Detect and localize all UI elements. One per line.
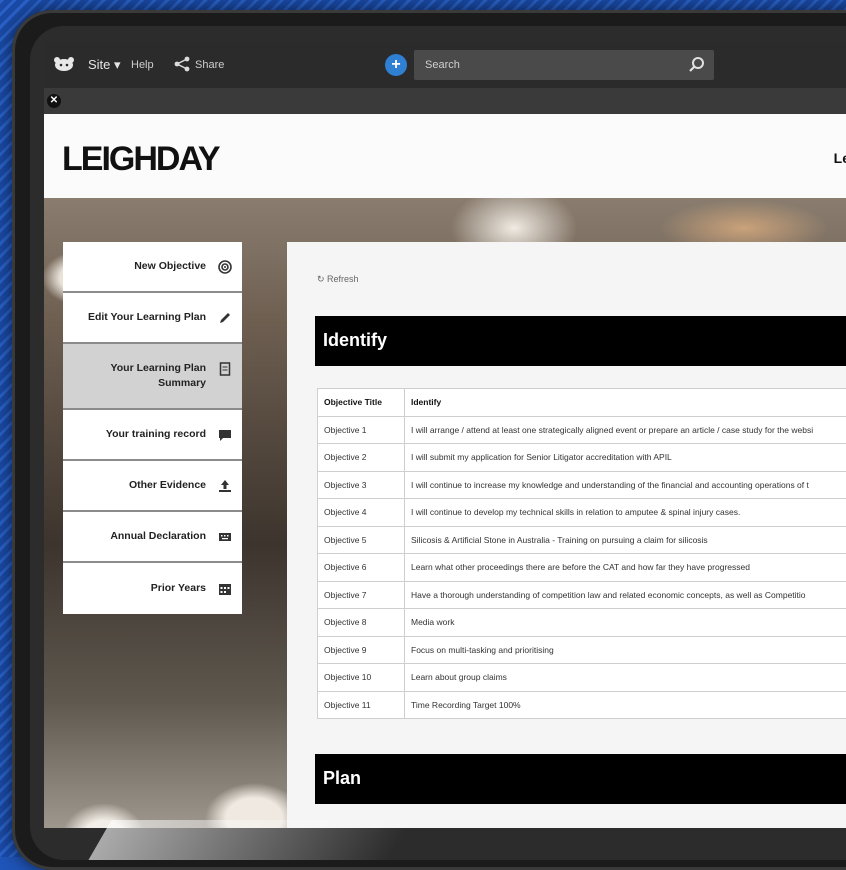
share-button[interactable]: Share	[195, 59, 224, 71]
identify-cell: Media work	[405, 609, 846, 637]
refresh-button[interactable]: ↻ Refresh	[317, 274, 359, 285]
table-row: Objective 2I will submit my application …	[318, 444, 846, 472]
help-button[interactable]: Help	[131, 59, 154, 71]
sidebar-item-label: Your Learning Plan Summary	[106, 361, 206, 391]
brand-logo[interactable]: LEIGHDAY	[62, 140, 219, 179]
sidebar-item-prior-years[interactable]: Prior Years	[63, 563, 242, 614]
column-header: Identify	[405, 389, 846, 417]
stylus-glare	[88, 820, 411, 860]
objective-title-cell: Objective 3	[318, 471, 405, 499]
identify-cell: Focus on multi-tasking and prioritising	[405, 636, 846, 664]
search-placeholder: Search	[425, 59, 460, 71]
objective-title-cell: Objective 2	[318, 444, 405, 472]
table-row: Objective 1I will arrange / attend at le…	[318, 416, 846, 444]
pencil-icon	[218, 311, 232, 325]
objective-title-cell: Objective 1	[318, 416, 405, 444]
app-logo-icon[interactable]	[52, 56, 76, 72]
top-bar: Site ▾ Help Share + Search	[44, 42, 846, 88]
close-icon[interactable]: ✕	[47, 94, 61, 108]
column-header: Objective Title	[318, 389, 405, 417]
chat-icon	[218, 428, 232, 442]
plan-heading: Plan	[323, 768, 361, 789]
sidebar-item-label: Other Evidence	[129, 478, 206, 493]
plan-section-header: Plan	[315, 754, 846, 804]
table-row: Objective 4I will continue to develop my…	[318, 499, 846, 527]
sidebar-item-label: Prior Years	[151, 581, 206, 596]
table-row: Objective 9Focus on multi-tasking and pr…	[318, 636, 846, 664]
search-icon[interactable]	[688, 56, 706, 74]
sidebar-menu: New Objective Edit Your Learning Plan Yo…	[63, 242, 242, 614]
sub-bar: ✕	[44, 88, 846, 114]
sidebar-item-learning-plan-summary[interactable]: Your Learning Plan Summary	[63, 344, 242, 410]
keyboard-icon	[218, 530, 232, 544]
identify-cell: I will continue to develop my technical …	[405, 499, 846, 527]
search-input[interactable]: Search	[414, 50, 714, 80]
identify-section-header: Identify	[315, 316, 846, 366]
document-icon	[218, 362, 232, 376]
sidebar-item-new-objective[interactable]: New Objective	[63, 242, 242, 293]
table-row: Objective 7Have a thorough understanding…	[318, 581, 846, 609]
table-row: Objective 8Media work	[318, 609, 846, 637]
objective-title-cell: Objective 4	[318, 499, 405, 527]
upload-icon	[218, 479, 232, 493]
site-header: LEIGHDAY Le	[44, 114, 846, 198]
table-row: Objective 5Silicosis & Artificial Stone …	[318, 526, 846, 554]
identify-cell: I will continue to increase my knowledge…	[405, 471, 846, 499]
objective-title-cell: Objective 10	[318, 664, 405, 692]
table-header-row: Objective Title Identify	[318, 389, 846, 417]
identify-heading: Identify	[323, 330, 387, 351]
table-row: Objective 6Learn what other proceedings …	[318, 554, 846, 582]
sidebar-item-label: New Objective	[134, 259, 206, 274]
screen: Site ▾ Help Share + Search ✕ LEIGHDAY Le…	[44, 42, 846, 828]
target-icon	[218, 260, 232, 274]
refresh-icon: ↻	[317, 274, 327, 284]
refresh-label: Refresh	[327, 274, 359, 284]
objectives-table: Objective Title Identify Objective 1I wi…	[317, 388, 846, 719]
sidebar-item-label: Your training record	[106, 427, 206, 442]
objective-title-cell: Objective 7	[318, 581, 405, 609]
sidebar-item-label: Edit Your Learning Plan	[88, 310, 206, 325]
identify-cell: Learn about group claims	[405, 664, 846, 692]
calendar-icon	[218, 582, 232, 596]
add-button[interactable]: +	[385, 54, 407, 76]
header-nav-text[interactable]: Le	[834, 150, 846, 166]
identify-cell: Learn what other proceedings there are b…	[405, 554, 846, 582]
objective-title-cell: Objective 6	[318, 554, 405, 582]
table-row: Objective 10Learn about group claims	[318, 664, 846, 692]
identify-cell: Time Recording Target 100%	[405, 691, 846, 719]
objective-title-cell: Objective 11	[318, 691, 405, 719]
identify-cell: I will submit my application for Senior …	[405, 444, 846, 472]
content-panel: ↻ Refresh Identify Objective Title Ident…	[287, 242, 846, 828]
objective-title-cell: Objective 9	[318, 636, 405, 664]
sidebar-item-annual-declaration[interactable]: Annual Declaration	[63, 512, 242, 563]
table-row: Objective 3I will continue to increase m…	[318, 471, 846, 499]
sidebar-item-label: Annual Declaration	[110, 529, 206, 544]
sidebar-item-edit-learning-plan[interactable]: Edit Your Learning Plan	[63, 293, 242, 344]
site-menu-button[interactable]: Site ▾	[88, 57, 121, 73]
sidebar-item-other-evidence[interactable]: Other Evidence	[63, 461, 242, 512]
sidebar-item-training-record[interactable]: Your training record	[63, 410, 242, 461]
identify-cell: Have a thorough understanding of competi…	[405, 581, 846, 609]
share-icon[interactable]	[174, 56, 190, 72]
identify-cell: Silicosis & Artificial Stone in Australi…	[405, 526, 846, 554]
table-row: Objective 11Time Recording Target 100%	[318, 691, 846, 719]
identify-cell: I will arrange / attend at least one str…	[405, 416, 846, 444]
objective-title-cell: Objective 5	[318, 526, 405, 554]
objective-title-cell: Objective 8	[318, 609, 405, 637]
